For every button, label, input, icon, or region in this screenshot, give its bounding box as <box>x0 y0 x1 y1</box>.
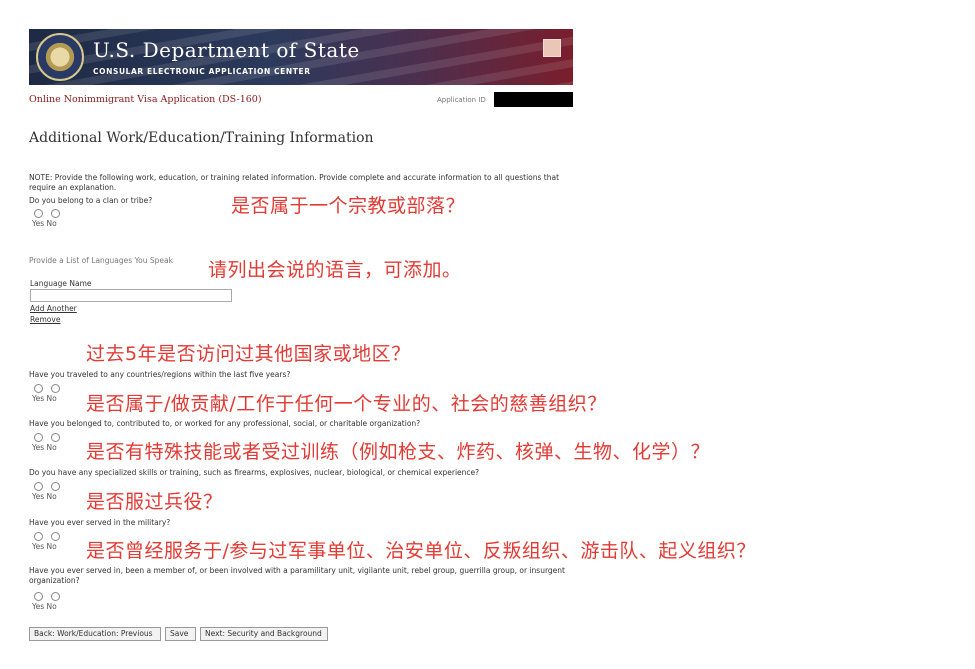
language-name-label: Language Name <box>30 279 92 288</box>
language-name-input[interactable] <box>30 289 232 302</box>
annotation-languages: 请列出会说的语言，可添加。 <box>208 259 462 281</box>
annotation-orgs: 是否属于/做贡献/工作于任何一个专业的、社会的慈善组织？ <box>86 393 607 415</box>
question-orgs: Have you belonged to, contributed to, or… <box>29 419 421 428</box>
radio-orgs-no[interactable] <box>51 433 60 442</box>
languages-label: Provide a List of Languages You Speak <box>29 256 173 265</box>
application-header: Online Nonimmigrant Visa Application (DS… <box>29 92 573 108</box>
application-id-value <box>494 92 573 107</box>
annotation-travel: 过去5年是否访问过其他国家或地区？ <box>86 343 411 365</box>
radio-group-travel: Yes No <box>32 384 72 406</box>
radio-orgs-yes[interactable] <box>34 433 43 442</box>
add-another-link[interactable]: Add Another <box>30 304 77 313</box>
radio-group-paramilitary: Yes No <box>32 592 72 614</box>
save-button[interactable]: Save <box>165 627 196 641</box>
application-title: Online Nonimmigrant Visa Application (DS… <box>29 94 262 105</box>
note-text: NOTE: Provide the following work, educat… <box>29 173 560 192</box>
annotation-military: 是否服过兵役？ <box>86 491 223 513</box>
radio-labels: Yes No <box>32 219 57 228</box>
application-id-label: Application ID <box>437 96 486 104</box>
state-seal-icon <box>36 33 84 81</box>
radio-military-no[interactable] <box>51 532 60 541</box>
radio-paramilitary-no[interactable] <box>51 592 60 601</box>
next-button[interactable]: Next: Security and Background <box>200 627 328 641</box>
question-paramilitary: Have you ever served in, been a member o… <box>29 566 565 585</box>
radio-clan-yes[interactable] <box>34 209 43 218</box>
radio-clan-no[interactable] <box>51 209 60 218</box>
radio-labels: Yes No <box>32 443 57 452</box>
radio-labels: Yes No <box>32 394 57 403</box>
banner-corner-box <box>543 39 561 57</box>
radio-travel-yes[interactable] <box>34 384 43 393</box>
radio-group-clan: Yes No <box>32 209 72 231</box>
back-button[interactable]: Back: Work/Education: Previous <box>29 627 161 641</box>
radio-travel-no[interactable] <box>51 384 60 393</box>
banner-title: U.S. Department of State <box>93 38 360 62</box>
radio-paramilitary-yes[interactable] <box>34 592 43 601</box>
question-military: Have you ever served in the military? <box>29 518 171 527</box>
radio-labels: Yes No <box>32 492 57 501</box>
annotation-skills: 是否有特殊技能或者受过训练（例如枪支、炸药、核弹、生物、化学）？ <box>86 441 711 463</box>
radio-military-yes[interactable] <box>34 532 43 541</box>
question-travel: Have you traveled to any countries/regio… <box>29 370 291 379</box>
annotation-paramilitary: 是否曾经服务于/参与过军事单位、治安单位、反叛组织、游击队、起义组织？ <box>86 540 756 562</box>
page-title: Additional Work/Education/Training Infor… <box>29 130 374 146</box>
radio-skills-no[interactable] <box>51 482 60 491</box>
radio-group-military: Yes No <box>32 532 72 554</box>
radio-group-skills: Yes No <box>32 482 72 504</box>
radio-group-orgs: Yes No <box>32 433 72 455</box>
radio-labels: Yes No <box>32 602 57 611</box>
banner-subtitle: CONSULAR ELECTRONIC APPLICATION CENTER <box>93 67 311 76</box>
remove-link[interactable]: Remove <box>30 315 60 324</box>
radio-labels: Yes No <box>32 542 57 551</box>
annotation-clan: 是否属于一个宗教或部落？ <box>231 195 466 217</box>
radio-skills-yes[interactable] <box>34 482 43 491</box>
state-dept-banner: U.S. Department of State CONSULAR ELECTR… <box>29 29 573 85</box>
question-skills: Do you have any specialized skills or tr… <box>29 468 480 477</box>
